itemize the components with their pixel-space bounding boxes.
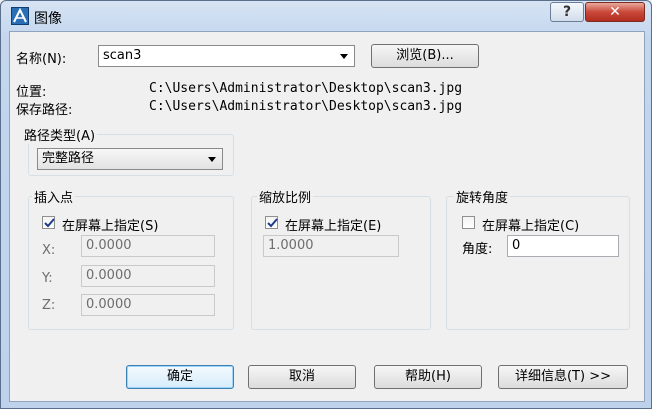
close-button[interactable]: ✕	[585, 2, 645, 22]
name-value: scan3	[103, 48, 142, 63]
insertion-specify-checkbox[interactable]	[42, 216, 55, 229]
path-type-title: 路径类型(A)	[22, 125, 98, 144]
image-dialog: 图像 ? ✕ 名称(N): scan3 浏览(B)... 位置: C:\User…	[0, 0, 652, 409]
saved-path-value: C:\Users\Administrator\Desktop\scan3.jpg	[149, 99, 463, 114]
app-icon	[11, 7, 29, 25]
z-label: Z:	[42, 298, 56, 313]
help-button[interactable]: ?	[550, 2, 584, 22]
rotation-title: 旋转角度	[454, 187, 511, 206]
details-button[interactable]: 详细信息(T) >>	[498, 365, 628, 389]
scale-specify-checkbox[interactable]	[265, 216, 278, 229]
help-dialog-button[interactable]: 帮助(H)	[374, 365, 482, 389]
chevron-down-icon	[208, 157, 216, 162]
path-type-value: 完整路径	[42, 151, 95, 166]
title-bar[interactable]: 图像 ? ✕	[1, 1, 651, 31]
scale-specify-label: 在屏幕上指定(E)	[285, 219, 382, 234]
x-label: X:	[42, 243, 56, 258]
scale-title: 缩放比例	[257, 187, 314, 206]
insertion-title: 插入点	[32, 187, 76, 206]
angle-input[interactable]: 0	[507, 235, 619, 257]
chevron-down-icon	[340, 54, 348, 59]
dialog-body: 名称(N): scan3 浏览(B)... 位置: C:\Users\Admin…	[9, 31, 645, 402]
checkmark-icon	[44, 218, 55, 228]
path-type-combobox[interactable]: 完整路径	[37, 148, 223, 170]
location-label: 位置:	[16, 85, 47, 100]
y-label: Y:	[42, 271, 53, 286]
angle-label: 角度:	[462, 242, 493, 257]
name-combobox[interactable]: scan3	[98, 45, 355, 67]
rotation-specify-label: 在屏幕上指定(C)	[482, 219, 580, 234]
location-value: C:\Users\Administrator\Desktop\scan3.jpg	[149, 81, 463, 96]
scale-input[interactable]: 1.0000	[263, 235, 399, 257]
insertion-specify-label: 在屏幕上指定(S)	[62, 219, 159, 234]
saved-path-label: 保存路径:	[16, 103, 73, 118]
window-title: 图像	[34, 11, 62, 27]
name-label: 名称(N):	[16, 52, 67, 67]
cancel-button[interactable]: 取消	[248, 365, 356, 389]
checkmark-icon	[267, 218, 278, 228]
x-input[interactable]: 0.0000	[81, 235, 215, 257]
browse-button[interactable]: 浏览(B)...	[371, 44, 479, 68]
rotation-specify-checkbox[interactable]	[462, 216, 475, 229]
y-input[interactable]: 0.0000	[81, 265, 215, 287]
z-input[interactable]: 0.0000	[81, 294, 215, 316]
ok-button[interactable]: 确定	[126, 365, 234, 389]
